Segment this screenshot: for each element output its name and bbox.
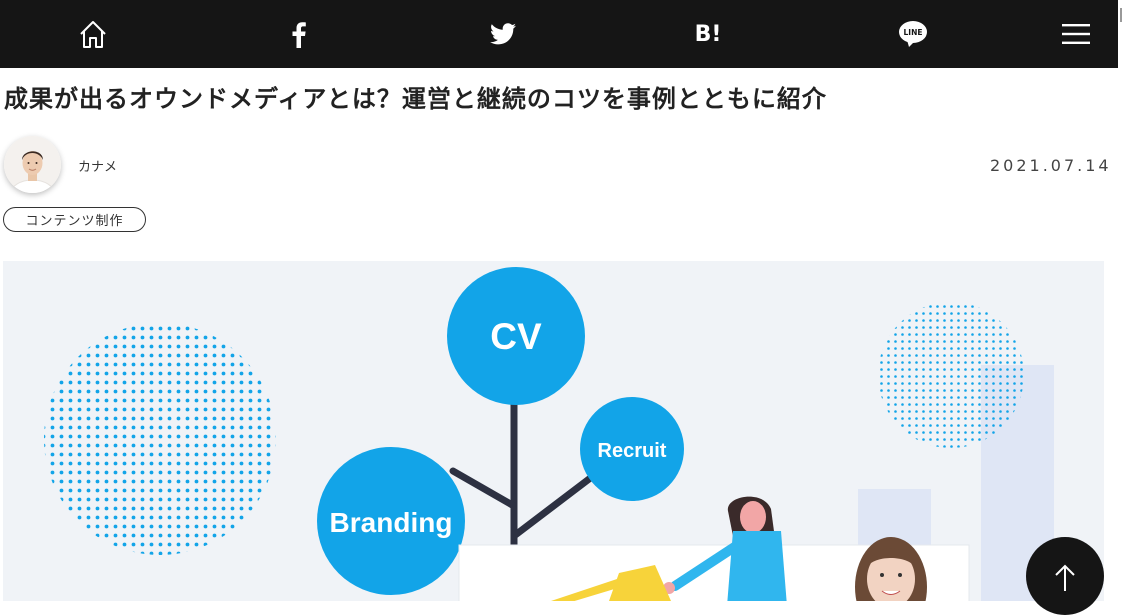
- article-title: 成果が出るオウンドメディアとは？運営と継続のコツを事例とともに紹介: [4, 85, 827, 113]
- dotted-circle-left: [44, 323, 276, 555]
- facebook-icon: [292, 22, 306, 48]
- top-nav-bar: B! LINE: [0, 0, 1118, 68]
- bubble-recruit: Recruit: [580, 397, 684, 501]
- bubble-cv-label: CV: [490, 316, 542, 357]
- hero-illustration: CV Recruit Branding: [44, 267, 1054, 601]
- twitter-share-button[interactable]: [483, 14, 523, 54]
- line-icon-label: LINE: [904, 28, 923, 37]
- bubble-branding: Branding: [317, 447, 465, 595]
- home-icon: [80, 21, 106, 48]
- category-tag[interactable]: コンテンツ制作: [3, 207, 146, 232]
- menu-button[interactable]: [1056, 14, 1096, 54]
- author-avatar[interactable]: [4, 136, 61, 193]
- bubble-recruit-label: Recruit: [598, 440, 667, 462]
- back-to-top-button[interactable]: [1026, 537, 1104, 615]
- dotted-circle-right: [878, 302, 1024, 448]
- hatena-bookmark-icon: B!: [694, 21, 722, 47]
- hero-image: CV Recruit Branding: [3, 261, 1104, 601]
- home-button[interactable]: [73, 14, 113, 54]
- author-photo-icon: [4, 136, 61, 193]
- line-icon: LINE: [899, 21, 927, 47]
- publish-date: 2021.07.14: [990, 156, 1112, 175]
- facebook-share-button[interactable]: [278, 14, 318, 54]
- hamburger-menu-icon: [1062, 24, 1090, 44]
- twitter-icon: [490, 23, 516, 45]
- line-share-button[interactable]: LINE: [893, 14, 933, 54]
- scrollbar[interactable]: [1118, 0, 1124, 601]
- arrow-up-icon: [1055, 564, 1075, 591]
- hatena-bookmark-button[interactable]: B!: [688, 14, 728, 54]
- author-name[interactable]: カナメ: [78, 156, 117, 175]
- bubble-branding-label: Branding: [330, 507, 453, 538]
- bubble-cv: CV: [447, 267, 585, 405]
